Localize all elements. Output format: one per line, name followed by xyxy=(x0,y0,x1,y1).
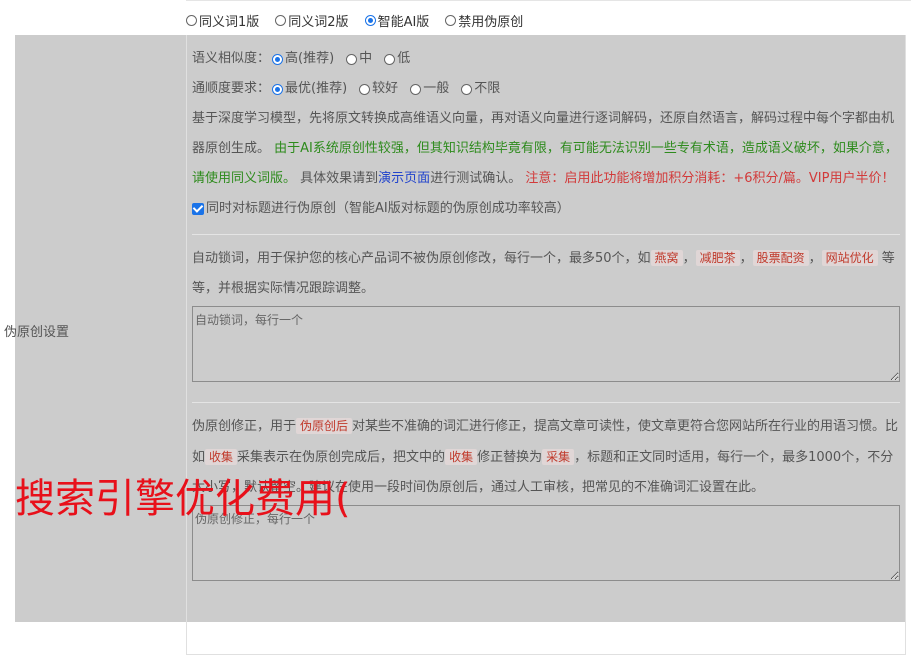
similarity-medium[interactable]: 中 xyxy=(346,44,372,74)
similarity-low[interactable]: 低 xyxy=(384,44,410,74)
radio-checked-icon[interactable] xyxy=(272,53,284,65)
example-tag: 收集 xyxy=(205,449,238,465)
option-label: 高(推荐) xyxy=(285,51,335,66)
fluency-good[interactable]: 较好 xyxy=(359,74,398,104)
fluency-label: 通顺度要求： xyxy=(192,81,271,96)
similarity-row: 语义相似度： 高(推荐) 中 低 xyxy=(192,44,900,74)
radio-icon[interactable] xyxy=(445,14,457,26)
example-tag: 伪原创后 xyxy=(296,418,353,434)
frame-bottom-border xyxy=(186,654,906,655)
option-label: 低 xyxy=(397,51,411,66)
section-label: 伪原创设置 xyxy=(4,325,70,340)
correction-text: 采集 xyxy=(237,450,264,465)
radio-icon[interactable] xyxy=(384,53,396,65)
description-text: 进行测试确认。 xyxy=(430,171,522,186)
fluency-unlimited[interactable]: 不限 xyxy=(461,74,500,104)
radio-icon[interactable] xyxy=(359,83,371,95)
mode-label: 智能AI版 xyxy=(377,14,430,30)
column-divider xyxy=(186,35,187,655)
correction-intro: 伪原创修正，用于 xyxy=(192,419,297,434)
option-label: 最优(推荐) xyxy=(285,81,348,96)
section-divider xyxy=(192,234,900,235)
correction-text: 修正替换为 xyxy=(477,450,543,465)
lock-words-description: 自动锁词，用于保护您的核心产品词不被伪原创修改，每行一个，最多50个，如 燕窝，减… xyxy=(192,243,900,304)
frame-right-border xyxy=(905,35,906,655)
option-label: 一般 xyxy=(423,81,450,96)
radio-icon[interactable] xyxy=(186,14,197,26)
example-tag: 燕窝 xyxy=(650,250,683,266)
mode-disable[interactable]: 禁用伪原创 xyxy=(445,11,523,30)
similarity-high[interactable]: 高(推荐) xyxy=(272,44,334,74)
similarity-label: 语义相似度： xyxy=(192,51,271,66)
lock-words-input[interactable] xyxy=(192,306,900,382)
mode-label: 禁用伪原创 xyxy=(458,14,524,30)
example-tag: 采集 xyxy=(542,449,575,465)
title-rewrite-label: 同时对标题进行伪原创（智能AI版对标题的伪原创成功率较高） xyxy=(206,201,570,216)
title-rewrite-row[interactable]: 同时对标题进行伪原创（智能AI版对标题的伪原创成功率较高） xyxy=(192,194,900,224)
option-label: 较好 xyxy=(372,81,399,96)
mode-label: 同义词1版 xyxy=(199,14,260,30)
radio-icon[interactable] xyxy=(410,83,422,95)
ai-description: 基于深度学习模型，先将原文转换成高维语义向量，再对语义向量进行逐词解码，还原自然… xyxy=(192,104,900,194)
example-tag: 股票配资 xyxy=(752,250,809,266)
correction-text: 表示在伪原创完成后，把文中的 xyxy=(263,450,446,465)
radio-checked-icon[interactable] xyxy=(364,14,376,26)
fluency-best[interactable]: 最优(推荐) xyxy=(272,74,347,104)
cost-notice: 注意：启用此功能将增加积分消耗：+6积分/篇。VIP用户半价！ xyxy=(525,171,895,186)
section-divider xyxy=(192,402,900,403)
mode-smart-ai[interactable]: 智能AI版 xyxy=(364,11,430,30)
radio-checked-icon[interactable] xyxy=(272,83,284,95)
mode-synonym-v1[interactable]: 同义词1版 xyxy=(186,11,259,30)
mode-selector: 同义词1版 同义词2版 智能AI版 禁用伪原创 xyxy=(186,10,539,30)
separator: ， xyxy=(739,251,753,266)
radio-icon[interactable] xyxy=(275,14,287,26)
fluency-normal[interactable]: 一般 xyxy=(410,74,449,104)
radio-icon[interactable] xyxy=(461,83,473,95)
example-tag: 网站优化 xyxy=(821,250,878,266)
radio-icon[interactable] xyxy=(346,53,358,65)
separator: ， xyxy=(808,251,822,266)
separator: ， xyxy=(682,251,696,266)
mode-label: 同义词2版 xyxy=(288,14,349,30)
mode-synonym-v2[interactable]: 同义词2版 xyxy=(275,11,349,30)
example-tag: 收集 xyxy=(445,449,478,465)
checkbox-checked-icon[interactable] xyxy=(192,203,204,215)
lock-words-intro: 自动锁词，用于保护您的核心产品词不被伪原创修改，每行一个，最多50个，如 xyxy=(192,251,651,266)
example-tag: 减肥茶 xyxy=(695,250,740,266)
option-label: 不限 xyxy=(474,81,501,96)
description-text: 具体效果请到 xyxy=(300,171,379,186)
demo-page-link[interactable]: 演示页面 xyxy=(378,171,430,186)
option-label: 中 xyxy=(359,51,373,66)
overlay-watermark-text: 搜索引擎优化费用( xyxy=(15,476,351,522)
fluency-row: 通顺度要求： 最优(推荐) 较好 一般 不限 xyxy=(192,74,900,104)
top-divider xyxy=(186,0,911,1)
